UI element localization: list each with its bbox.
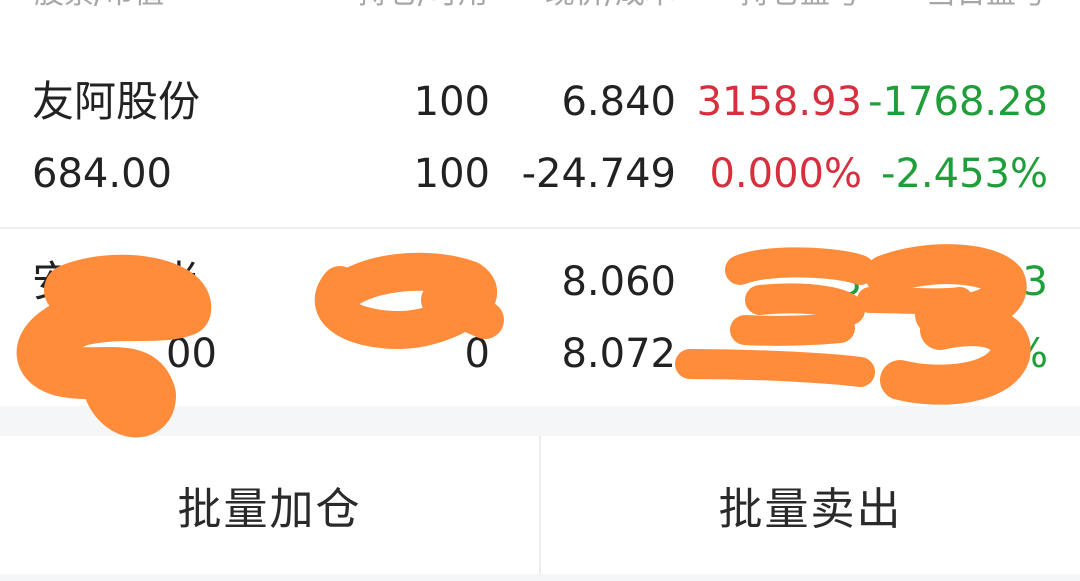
- positions-screen: 股票/市值 持仓/可用 现价/成本 持仓盈亏 当日盈亏 友阿股份 100 6.8…: [0, 0, 1080, 581]
- day-pnl-pct: %: [1009, 331, 1048, 377]
- header-price-cost: 现价/成本: [545, 0, 675, 22]
- position-row-youa[interactable]: 友阿股份 100 6.840 3158.93 -1768.28 684.00 1…: [0, 56, 1080, 228]
- position-row-anzheng[interactable]: 安正时尚 8.060 3 03 00 0 8.072 %: [0, 232, 1080, 404]
- position-pnl: 3158.93: [696, 79, 862, 125]
- holding-qty: 100: [413, 79, 490, 125]
- market-value: 00: [166, 331, 217, 377]
- stock-name: 安正时尚: [32, 257, 201, 306]
- header-position-pnl: 持仓盈亏: [740, 0, 860, 22]
- header-day-pnl: 当日盈亏: [926, 0, 1046, 22]
- market-value: 684.00: [32, 151, 172, 197]
- day-pnl: 03: [997, 259, 1048, 305]
- current-price: 6.840: [561, 79, 676, 125]
- bottom-band: [0, 574, 1080, 581]
- position-pnl-pct: 0.000%: [709, 151, 862, 197]
- batch-actions-bar: 批量加仓 批量卖出: [0, 436, 1080, 574]
- available-qty: 100: [413, 151, 490, 197]
- batch-sell-button[interactable]: 批量卖出: [541, 436, 1080, 574]
- section-separator: [0, 406, 1080, 436]
- header-holding-available: 持仓/可用: [358, 0, 488, 22]
- batch-add-button[interactable]: 批量加仓: [0, 436, 539, 574]
- cost-price: 8.072: [561, 331, 676, 377]
- position-pnl: 3: [836, 259, 862, 305]
- current-price: 8.060: [561, 259, 676, 305]
- day-pnl: -1768.28: [868, 79, 1048, 125]
- positions-table-header: 股票/市值 持仓/可用 现价/成本 持仓盈亏 当日盈亏: [0, 0, 1080, 22]
- day-pnl-pct: -2.453%: [881, 151, 1048, 197]
- header-stock-market-value: 股票/市值: [34, 0, 164, 22]
- cost-price: -24.749: [521, 151, 676, 197]
- available-qty: 0: [464, 331, 490, 377]
- row-divider: [0, 227, 1080, 229]
- stock-name: 友阿股份: [32, 77, 201, 126]
